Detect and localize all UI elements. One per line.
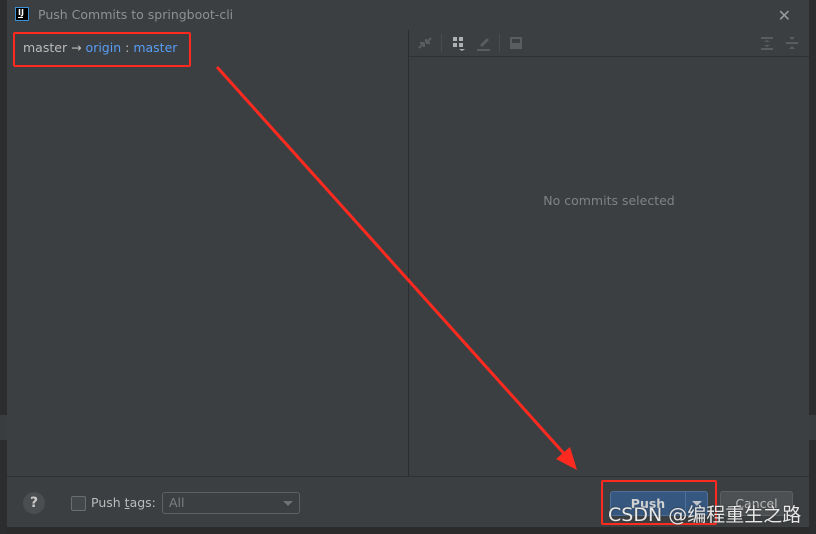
collapse-all-icon[interactable] — [783, 34, 801, 52]
remote-name-link[interactable]: origin — [86, 40, 122, 55]
background-band — [809, 415, 816, 440]
select-value: All — [169, 495, 185, 510]
push-tags-select[interactable]: All — [162, 492, 300, 514]
target-branch-link[interactable]: master — [133, 40, 177, 55]
close-icon[interactable]: ✕ — [778, 6, 791, 25]
background-left — [0, 0, 7, 534]
push-tags-label-pre: Push — [91, 495, 125, 510]
edit-icon[interactable] — [475, 34, 493, 52]
intellij-idea-icon: IJ — [15, 7, 29, 21]
dialog-title: Push Commits to springboot-cli — [38, 7, 234, 22]
question-icon: ? — [29, 495, 39, 511]
background-band — [0, 415, 7, 440]
separator: : — [125, 40, 130, 55]
local-branch: master — [23, 40, 68, 55]
watermark-text: CSDN @编程重生之路 — [608, 504, 802, 526]
branch-push-row[interactable]: master → origin : master — [23, 40, 177, 55]
push-target-tree: master → origin : master — [7, 30, 408, 476]
title-bar[interactable]: IJ Push Commits to springboot-cli ✕ — [7, 0, 809, 30]
merge-icon[interactable] — [416, 34, 434, 52]
details-toolbar — [409, 30, 809, 57]
preview-diff-icon[interactable] — [507, 34, 525, 52]
chevron-down-icon — [283, 501, 293, 506]
push-tags-label-post: ags: — [129, 495, 156, 510]
arrow-icon: → — [71, 40, 82, 55]
toolbar-separator — [499, 34, 500, 52]
empty-state-text: No commits selected — [543, 193, 675, 208]
push-tags-label[interactable]: Push tags: — [91, 495, 156, 510]
commit-details-pane: No commits selected — [409, 30, 809, 476]
push-tags-checkbox[interactable] — [71, 496, 86, 511]
group-by-icon[interactable] — [451, 34, 469, 52]
expand-all-icon[interactable] — [758, 34, 776, 52]
background-right — [809, 0, 816, 534]
push-commits-dialog: IJ Push Commits to springboot-cli ✕ mast… — [7, 0, 809, 527]
toolbar-separator — [441, 34, 442, 52]
help-button[interactable]: ? — [23, 492, 45, 514]
